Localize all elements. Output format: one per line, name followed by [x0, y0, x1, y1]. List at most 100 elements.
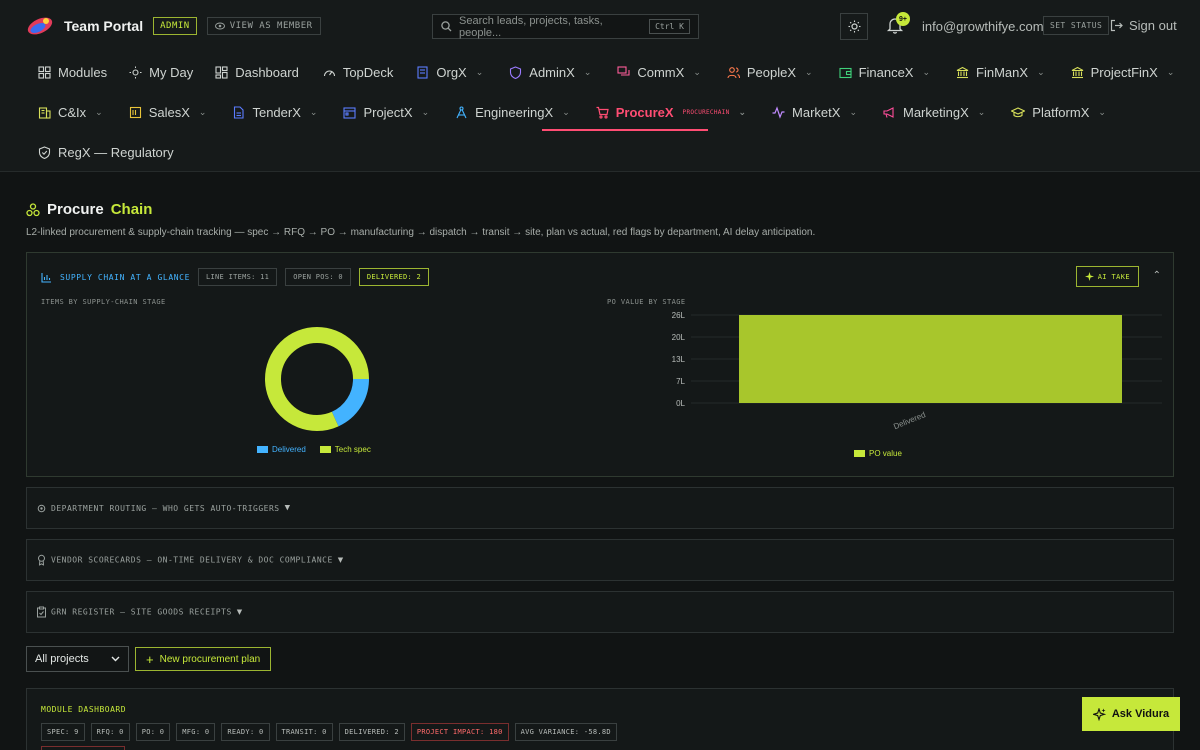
role-badge: ADMIN [153, 17, 197, 35]
nav-item-orgx[interactable]: OrgX ⌄ [416, 65, 483, 80]
nav-item-financex[interactable]: FinanceX ⌄ [839, 65, 930, 80]
department-routing-section[interactable]: DEPARTMENT ROUTING — WHO GETS AUTO-TRIGG… [26, 487, 1174, 529]
theme-toggle-button[interactable] [840, 13, 868, 40]
y-tick-label: 0L [676, 399, 685, 408]
nav-item-commx[interactable]: CommX ⌄ [617, 65, 701, 80]
nav-item-projectfinx[interactable]: ProjectFinX ⌄ [1071, 65, 1175, 80]
people-icon [727, 66, 740, 78]
nav-item-regx[interactable]: RegX — Regulatory [38, 145, 174, 160]
chevron-down-icon: ⌄ [849, 106, 857, 117]
section-header: GRN REGISTER — SITE GOODS RECEIPTS ▼ [37, 606, 243, 618]
brand-name: Team Portal [64, 18, 144, 34]
brand[interactable]: Team Portal ADMIN VIEW AS MEMBER [26, 15, 321, 37]
nav-item-engineeringx[interactable]: EngineeringX ⌄ [455, 105, 570, 120]
nav-item-salesx[interactable]: SalesX ⌄ [129, 105, 207, 120]
compass-icon [456, 105, 467, 118]
nav-row-2: C&Ix ⌄ SalesX ⌄ TenderX ⌄ ProjectX ⌄ Enginee… [38, 100, 1106, 124]
chevron-down-icon: ⌄ [198, 106, 207, 117]
org-icon [417, 65, 428, 79]
bar-delivered[interactable] [739, 315, 1122, 403]
sign-out-button[interactable]: Sign out [1110, 18, 1177, 33]
stat-avg-variance: AVG VARIANCE: -58.8D [514, 723, 617, 741]
nav-item-cix[interactable]: C&Ix ⌄ [38, 105, 103, 120]
page-title-part2: Chain [110, 201, 153, 218]
stat-ready: READY: 0 [221, 723, 270, 741]
chevron-down-icon: ⌄ [309, 106, 318, 117]
procure-chain-icon [26, 202, 40, 216]
legend-item-po-value[interactable]: PO value [854, 449, 902, 458]
chevron-down-icon: ⌄ [1166, 66, 1175, 77]
set-status-button[interactable]: SET STATUS [1043, 16, 1110, 35]
page-title-part1: Procure [47, 201, 104, 218]
nav-item-marketx[interactable]: MarketX ⌄ [772, 105, 857, 120]
project-select[interactable]: All projects [26, 646, 129, 672]
grn-register-section[interactable]: GRN REGISTER — SITE GOODS RECEIPTS ▼ [26, 591, 1174, 633]
ai-take-label: AI TAKE [1097, 272, 1130, 281]
donut-chart-title: ITEMS BY SUPPLY-CHAIN STAGE [41, 298, 166, 306]
po-value-bar-chart: 0L 7L 13L 20L 26L Delivered [672, 311, 1162, 431]
items-by-stage-donut-chart [265, 327, 369, 431]
chevron-down-icon: ⌄ [1037, 66, 1045, 77]
search-icon [441, 21, 452, 32]
legend-item-delivered[interactable]: Delivered [257, 445, 306, 454]
bar-chart-icon [41, 272, 51, 283]
stat-transit: TRANSIT: 0 [275, 723, 333, 741]
nav-item-marketingx[interactable]: MarketingX ⌄ [883, 105, 985, 120]
cart-icon [596, 106, 609, 119]
view-as-member-button[interactable]: VIEW AS MEMBER [206, 17, 321, 35]
nav-item-projectx[interactable]: ProjectX ⌄ [343, 105, 429, 120]
nav-label: TenderX [252, 104, 301, 120]
section-label: DEPARTMENT ROUTING — WHO GETS AUTO-TRIGG… [51, 503, 280, 513]
expand-triangle-icon: ▼ [236, 607, 243, 617]
nav-item-dashboard[interactable]: Dashboard [215, 65, 299, 80]
legend-item-tech-spec[interactable]: Tech spec [319, 445, 371, 454]
glance-title: SUPPLY CHAIN AT A GLANCE [60, 272, 190, 282]
chevron-down-icon: ⌄ [95, 106, 103, 117]
megaphone-icon [883, 106, 894, 118]
module-dashboard-title: MODULE DASHBOARD [41, 705, 127, 714]
ledger-icon [129, 106, 141, 118]
chevron-down-icon: ⌄ [693, 66, 701, 77]
nav-item-modules[interactable]: Modules [38, 65, 107, 80]
dashboard-icon [215, 65, 228, 79]
nav-label: ProcureX [615, 104, 674, 120]
ask-vidura-label: Ask Vidura [1111, 708, 1170, 720]
ai-take-button[interactable]: AI TAKE [1075, 266, 1139, 287]
nav-item-topdeck[interactable]: TopDeck [323, 65, 393, 80]
chevron-down-icon: ⌄ [1098, 106, 1106, 117]
legend-label: Tech spec [334, 445, 371, 454]
pulse-icon [772, 105, 785, 119]
section-header: DEPARTMENT ROUTING — WHO GETS AUTO-TRIGG… [37, 503, 291, 513]
nav-item-peoplex[interactable]: PeopleX ⌄ [727, 65, 813, 80]
grid-icon [38, 65, 51, 79]
top-header: Team Portal ADMIN VIEW AS MEMBER Search … [0, 0, 1200, 172]
y-tick-label: 20L [672, 333, 686, 342]
stat-rfq: RFQ: 0 [90, 723, 130, 741]
nav-item-finmanx[interactable]: FinManX ⌄ [956, 65, 1045, 80]
project-select-value: All projects [35, 653, 89, 665]
collapse-chevron-up-icon[interactable]: ⌃ [1153, 270, 1161, 281]
open-pos-chip: OPEN POS: 0 [285, 268, 351, 286]
document-icon [234, 105, 245, 119]
clipboard-icon [37, 606, 46, 618]
nav-label: FinanceX [858, 64, 914, 80]
view-as-member-label: VIEW AS MEMBER [229, 21, 313, 31]
nav-item-procurex[interactable]: ProcureX PROCURECHAIN ⌄ [596, 105, 746, 120]
nav-item-tenderx[interactable]: TenderX ⌄ [232, 105, 317, 120]
search-input[interactable]: Search leads, projects, tasks, people...… [432, 14, 699, 39]
chat-icon [617, 65, 630, 76]
nav-label: CommX [637, 64, 685, 80]
nav-item-adminx[interactable]: AdminX ⌄ [509, 65, 591, 80]
nav-item-my-day[interactable]: My Day [129, 65, 193, 80]
nav-item-platformx[interactable]: PlatformX ⌄ [1011, 105, 1106, 120]
logout-icon [1110, 19, 1123, 32]
x-tick-label: Delivered [892, 410, 927, 431]
vendor-scorecards-section[interactable]: VENDOR SCORECARDS — ON-TIME DELIVERY & D… [26, 539, 1174, 581]
nav-label: Modules [58, 64, 108, 80]
new-procurement-plan-button[interactable]: + New procurement plan [135, 647, 272, 671]
user-email: info@growthifye.com [922, 19, 1044, 34]
bank-icon [956, 66, 969, 78]
calendar-icon [343, 106, 356, 119]
ask-vidura-button[interactable]: Ask Vidura [1082, 697, 1180, 731]
legend-label: PO value [869, 449, 902, 458]
